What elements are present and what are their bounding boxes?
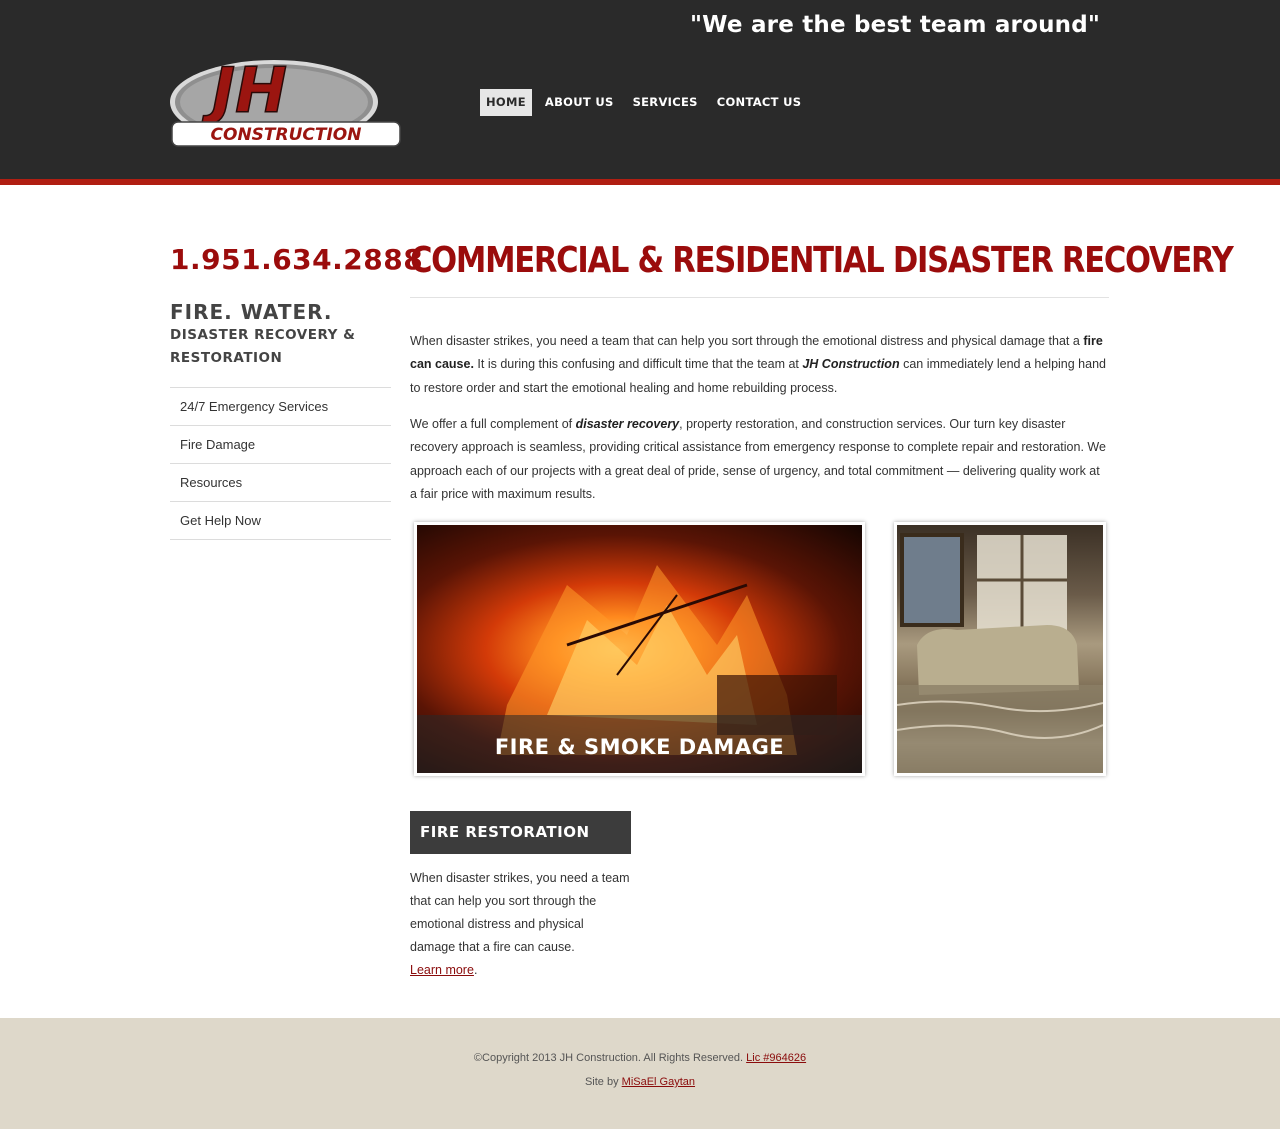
fire-restoration-heading: FIRE RESTORATION	[410, 811, 631, 854]
fire-smoke-damage-card[interactable]: FIRE & SMOKE DAMAGE	[414, 522, 865, 776]
intro-paragraph: When disaster strikes, you need a team t…	[410, 330, 1109, 400]
header-divider	[0, 179, 1280, 185]
designer-link[interactable]: MiSaEl Gaytan	[622, 1076, 695, 1088]
copyright-text: ©Copyright 2013 JH Construction. All Rig…	[473, 1052, 747, 1064]
services-text: We offer a full complement of	[410, 417, 576, 431]
intro-text: When disaster strikes, you need a team t…	[410, 334, 1084, 348]
nav-about-us[interactable]: ABOUT US	[539, 89, 620, 116]
sidebar-heading: FIRE. WATER.	[170, 300, 333, 324]
water-damage-card[interactable]	[894, 522, 1106, 776]
fire-smoke-damage-caption: FIRE & SMOKE DAMAGE	[494, 735, 785, 759]
nav-contact-us[interactable]: CONTACT US	[711, 89, 808, 116]
services-paragraph: We offer a full complement of disaster r…	[410, 413, 1109, 506]
jh-construction-logo[interactable]: JH CONSTRUCTION	[170, 50, 402, 148]
nav-services[interactable]: SERVICES	[627, 89, 704, 116]
intro-text: It is during this confusing and difficul…	[473, 357, 803, 372]
svg-text:CONSTRUCTION: CONSTRUCTION	[211, 125, 362, 145]
sidebar-item-emergency-services[interactable]: 24/7 Emergency Services	[170, 388, 391, 426]
sidebar-item-get-help-now[interactable]: Get Help Now	[170, 502, 391, 540]
title-divider	[410, 297, 1109, 298]
sidebar-subheading: DISASTER RECOVERY & RESTORATION	[170, 327, 356, 366]
site-by-text: Site by	[584, 1076, 622, 1088]
phone-number[interactable]: 1.951.634.2888	[170, 243, 423, 276]
fire-restoration-description: When disaster strikes, you need a team t…	[410, 871, 630, 954]
site-credit-line: Site by MiSaEl Gaytan	[0, 1076, 1280, 1088]
site-footer: ©Copyright 2013 JH Construction. All Rig…	[0, 1018, 1280, 1129]
tagline: "We are the best team around"	[690, 12, 1101, 38]
copyright-line: ©Copyright 2013 JH Construction. All Rig…	[0, 1052, 1280, 1064]
services-emphasis: disaster recovery	[575, 417, 680, 431]
license-link[interactable]: Lic #964626	[746, 1052, 806, 1064]
intro-emphasis-company: JH Construction	[802, 357, 900, 372]
flood-illustration	[897, 533, 1103, 773]
sidebar-item-resources[interactable]: Resources	[170, 464, 391, 502]
learn-more-link[interactable]: Learn more	[410, 963, 474, 977]
sidebar-item-fire-damage[interactable]: Fire Damage	[170, 426, 391, 464]
page-title: COMMERCIAL & RESIDENTIAL DISASTER RECOVE…	[410, 240, 1234, 281]
fire-restoration-text: When disaster strikes, you need a team t…	[410, 867, 631, 982]
site-header: "We are the best team around" JH CONSTRU…	[0, 0, 1280, 179]
main-nav: HOME ABOUT US SERVICES CONTACT US	[480, 89, 814, 116]
sidebar-nav: 24/7 Emergency Services Fire Damage Reso…	[170, 387, 391, 540]
flooded-room-photo	[897, 525, 1103, 773]
burning-house-photo: FIRE & SMOKE DAMAGE	[417, 525, 862, 773]
svg-text:JH: JH	[201, 54, 287, 127]
nav-home[interactable]: HOME	[480, 89, 532, 116]
learn-more-period: .	[473, 963, 478, 977]
